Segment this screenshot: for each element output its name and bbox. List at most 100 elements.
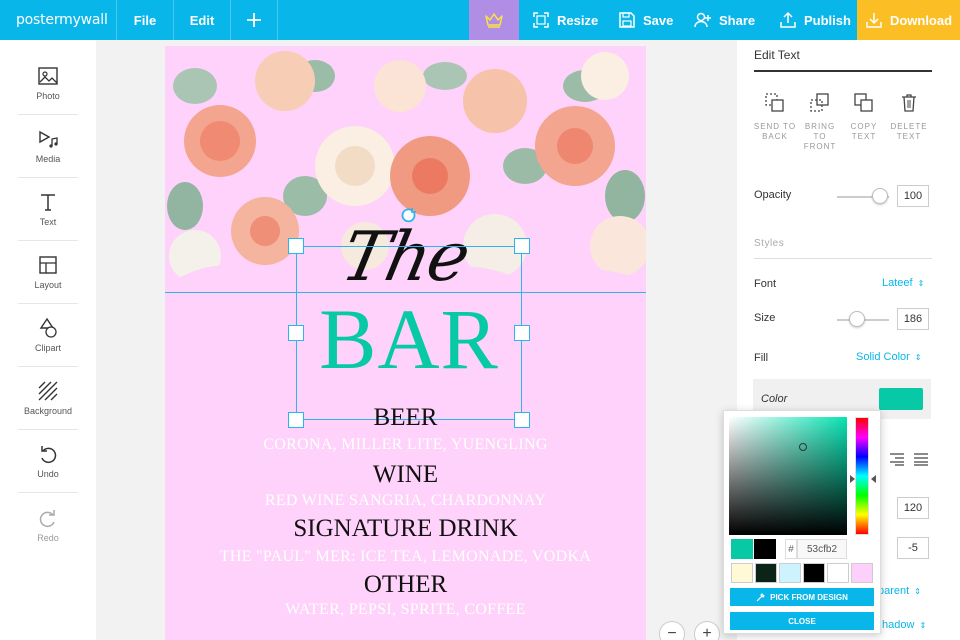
menu-heading-wine[interactable]: WINE (165, 461, 646, 489)
action-label: SEND TO BACK (753, 122, 797, 141)
sidebar-item-clipart[interactable]: Clipart (18, 304, 78, 367)
shadow-option[interactable]: hadow ⇕ (882, 619, 926, 631)
sidebar-item-media[interactable]: Media (18, 115, 78, 178)
sidebar-item-label: Photo (36, 91, 60, 101)
menu-heading-other[interactable]: OTHER (165, 571, 646, 599)
send-to-back-button[interactable]: SEND TO BACK (753, 92, 797, 142)
font-select[interactable]: Lateef ⇕ (882, 277, 924, 289)
recent-color-black[interactable] (754, 539, 776, 559)
recent-color-teal[interactable] (731, 539, 753, 559)
align-right-icon[interactable] (889, 452, 905, 466)
resize-handle-left[interactable] (288, 325, 304, 341)
copy-icon (854, 93, 873, 112)
zoom-in-button[interactable]: + (694, 621, 720, 640)
file-menu[interactable]: File (117, 0, 173, 40)
save-label: Save (643, 12, 674, 28)
fill-select[interactable]: Solid Color ⇕ (856, 351, 922, 363)
preset-swatch[interactable] (827, 563, 849, 583)
color-selector-ring[interactable] (799, 443, 807, 451)
menu-heading-beer[interactable]: BEER (165, 404, 646, 432)
letter-spacing-input[interactable]: -5 (897, 537, 929, 559)
pick-from-design-label: PICK FROM DESIGN (770, 592, 848, 602)
rotate-handle[interactable] (400, 207, 418, 225)
save-button[interactable]: Save (618, 0, 673, 40)
left-sidebar: Photo Media Text Layout Clipart Backgrou… (0, 40, 96, 640)
add-button[interactable] (231, 0, 277, 40)
menu-items-other[interactable]: WATER, PEPSI, SPRITE, COFFEE (165, 601, 646, 619)
action-label: BRING TO FRONT (803, 122, 837, 151)
add-user-icon (694, 12, 711, 28)
divider (277, 0, 278, 40)
fill-value: Solid Color (856, 351, 910, 363)
pick-from-design-button[interactable]: PICK FROM DESIGN (730, 588, 874, 606)
hex-input[interactable]: 53cfb2 (797, 539, 847, 559)
zoom-out-button[interactable]: − (659, 621, 685, 640)
preset-swatch[interactable] (851, 563, 873, 583)
sidebar-item-text[interactable]: Text (18, 178, 78, 241)
sidebar-item-label: Clipart (34, 343, 61, 353)
delete-text-button[interactable]: DELETE TEXT (887, 92, 931, 142)
transparent-option[interactable]: parent ⇕ (878, 585, 921, 597)
fill-label: Fill (754, 352, 769, 364)
size-input[interactable]: 186 (897, 308, 929, 330)
eyedropper-icon (756, 593, 765, 602)
divider (754, 258, 932, 259)
menu-items-signature[interactable]: THE "PAUL" MER: ICE TEA, LEMONADE, VODKA (165, 548, 646, 566)
download-label: Download (889, 12, 953, 28)
sort-icon: ⇕ (917, 279, 925, 288)
hue-slider[interactable] (855, 417, 869, 535)
sidebar-item-photo[interactable]: Photo (18, 52, 78, 115)
share-label: Share (719, 12, 756, 28)
align-justify-icon[interactable] (913, 452, 929, 466)
close-picker-button[interactable]: CLOSE (730, 612, 874, 630)
bring-to-front-icon (810, 93, 829, 112)
sidebar-item-background[interactable]: Background (18, 367, 78, 430)
transparent-text: parent (878, 585, 910, 597)
sidebar-item-label: Undo (37, 469, 59, 479)
plus-icon (247, 13, 261, 27)
clipart-icon (39, 317, 57, 338)
photo-icon (38, 67, 58, 85)
share-button[interactable]: Share (694, 0, 755, 40)
media-icon (39, 130, 58, 148)
download-button[interactable]: Download (857, 0, 960, 40)
resize-handle-top-right[interactable] (514, 238, 530, 254)
size-label: Size (754, 312, 776, 324)
copy-text-button[interactable]: COPY TEXT (842, 92, 886, 142)
undo-button[interactable]: Undo (18, 430, 78, 493)
resize-button[interactable]: Resize (532, 0, 598, 40)
resize-handle-right[interactable] (514, 325, 530, 341)
trash-icon (902, 94, 916, 112)
preset-swatch[interactable] (779, 563, 801, 583)
color-swatch[interactable] (879, 388, 923, 410)
layout-icon (39, 256, 57, 274)
bring-to-front-button[interactable]: BRING TO FRONT (798, 92, 842, 152)
logo[interactable]: postermywall (0, 0, 116, 40)
saturation-value-area[interactable] (729, 417, 847, 535)
sidebar-item-label: Layout (34, 280, 62, 290)
crown-icon (485, 13, 503, 28)
menu-heading-signature[interactable]: SIGNATURE DRINK (165, 515, 646, 543)
publish-label: Publish (804, 12, 851, 28)
selection-box (296, 246, 522, 420)
preset-swatch[interactable] (731, 563, 753, 583)
opacity-slider-knob[interactable] (872, 188, 888, 204)
menu-items-beer[interactable]: CORONA, MILLER LITE, YUENGLING (165, 436, 646, 454)
resize-handle-top-left[interactable] (288, 238, 304, 254)
size-slider-knob[interactable] (849, 311, 865, 327)
sidebar-item-layout[interactable]: Layout (18, 241, 78, 304)
line-spacing-input[interactable]: 120 (897, 497, 929, 519)
action-label: DELETE TEXT (890, 122, 928, 141)
edit-menu[interactable]: Edit (174, 0, 230, 40)
redo-button[interactable]: Redo (18, 493, 78, 556)
publish-button[interactable]: Publish (779, 0, 851, 40)
preset-swatch[interactable] (803, 563, 825, 583)
hue-marker-left (850, 475, 855, 483)
opacity-input[interactable]: 100 (897, 185, 929, 207)
save-icon (619, 12, 635, 28)
preset-swatch[interactable] (755, 563, 777, 583)
sidebar-item-label: Redo (37, 532, 59, 543)
menu-items-wine[interactable]: RED WINE SANGRIA, CHARDONNAY (165, 492, 646, 510)
premium-button[interactable] (469, 0, 519, 40)
panel-title: Edit Text (754, 48, 932, 72)
